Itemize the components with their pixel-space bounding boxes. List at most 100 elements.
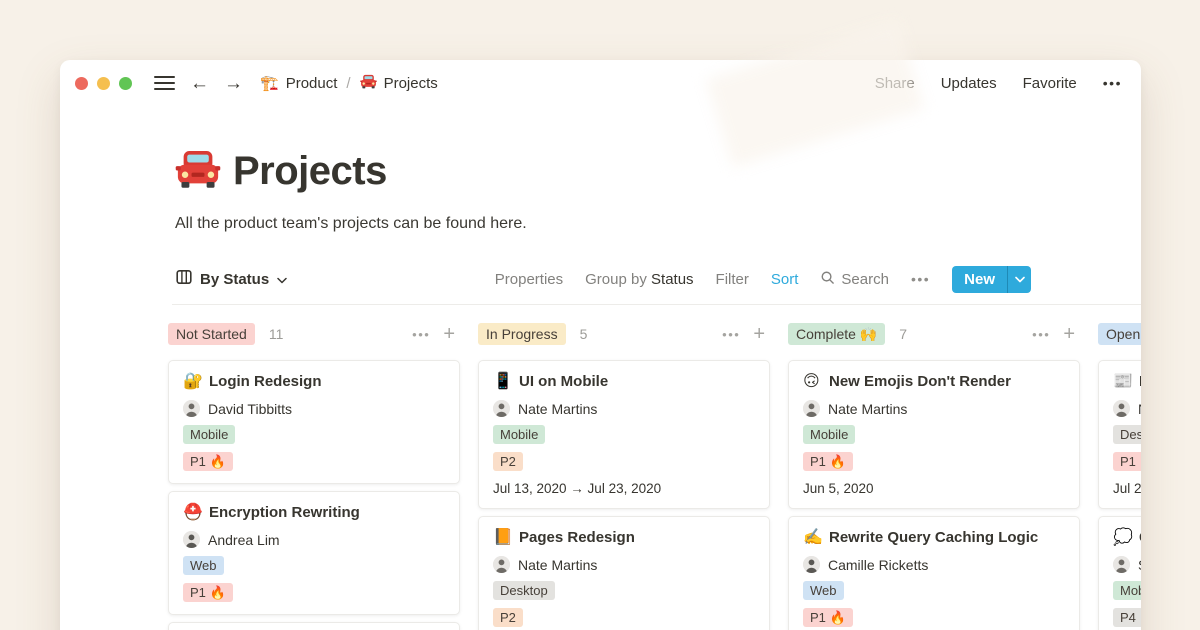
add-card-icon[interactable]: + [443,324,455,344]
column-status-tag: Open [1098,323,1141,345]
kanban-card[interactable]: 🔐 Login Redesign David Tibbitts Mobile P… [168,360,460,484]
breadcrumb-item-product[interactable]: 🏗️ Product [260,75,337,92]
tag: P1 🔥 [803,452,853,471]
card-title: Encryption Rewriting [209,504,360,521]
close-window-button[interactable] [75,77,88,90]
tag: P1 🔥 [183,583,233,602]
new-button[interactable]: New [952,266,1031,293]
page-header: Projects All the product team's projects… [60,106,1141,233]
column-header: Not Started 11 ••• + [168,321,460,347]
kanban-card[interactable]: 📰 P N Des P1 🔥 Jul 2 [1098,360,1141,509]
kanban-card[interactable]: ✍️ Rewrite Query Caching Logic Camille R… [788,516,1080,630]
kanban-card[interactable]: 📱 UI on Mobile Nate Martins Mobile P2 Ju… [478,360,770,509]
favorite-button[interactable]: Favorite [1023,75,1077,92]
avatar [1113,400,1130,417]
kanban-card[interactable]: 🙃 New Emojis Don't Render Nate Martins M… [788,360,1080,509]
zoom-window-button[interactable] [119,77,132,90]
breadcrumb-product-label: Product [286,75,338,92]
assignee-name: Nate Martins [828,401,907,417]
chevron-down-icon [277,271,287,288]
tag: Mobile [493,425,545,444]
tag: Des [1113,425,1141,444]
back-arrow-icon[interactable]: ← [190,74,209,93]
card-assignee: N [1113,400,1141,417]
minimize-window-button[interactable] [97,77,110,90]
view-bar: By Status Properties Group by Status Fil… [60,263,1141,295]
card-date: Jun 5, 2020 [803,481,1065,496]
filter-button[interactable]: Filter [716,271,749,288]
group-by-value: Status [651,271,694,288]
notion-window: ← → 🏗️ Product / Projects Share Updates [60,60,1141,630]
kanban-card[interactable]: ⛑️ Encryption Rewriting Andrea Lim Web P… [168,491,460,615]
properties-button[interactable]: Properties [495,271,563,288]
search-button[interactable]: Search [820,270,889,289]
avatar [493,400,510,417]
writing-hand-icon: ✍️ [803,530,821,546]
tag: Web [803,581,844,600]
window-toolbar: ← → 🏗️ Product / Projects Share Updates [60,60,1141,106]
newspaper-icon: 📰 [1113,374,1131,390]
avatar [183,400,200,417]
card-title: UI on Mobile [519,373,608,390]
tag: P2 [493,452,523,471]
card-title: Pages Redesign [519,529,635,546]
kanban-board: Not Started 11 ••• + 🔐 Login Redesign Da… [60,305,1141,630]
kanban-card[interactable]: 💭 C S Mob P4 [1098,516,1141,630]
tag: P1 🔥 [1113,452,1141,471]
avatar [1113,556,1130,573]
column-header: Open ••• + [1098,321,1141,347]
column-count: 5 [580,326,588,342]
assignee-name: Andrea Lim [208,532,280,548]
assignee-name: Nate Martins [518,557,597,573]
rescue-helmet-icon: ⛑️ [183,505,201,521]
card-title: C [1139,529,1141,546]
kanban-card[interactable] [168,622,460,630]
column-more-icon[interactable]: ••• [722,327,740,342]
search-label: Search [841,271,889,288]
avatar [183,531,200,548]
add-card-icon[interactable]: + [753,324,765,344]
mobile-phone-icon: 📱 [493,374,511,390]
kanban-card[interactable]: 📙 Pages Redesign Nate Martins Desktop P2 [478,516,770,630]
new-dropdown-chevron-icon[interactable] [1007,266,1031,293]
tag: P2 [493,608,523,627]
construction-crane-icon: 🏗️ [260,76,279,91]
card-assignee: S [1113,556,1141,573]
assignee-name: Nate Martins [518,401,597,417]
column-more-icon[interactable]: ••• [412,327,430,342]
updates-button[interactable]: Updates [941,75,997,92]
group-by-label: Group by [585,271,647,288]
tag: P4 [1113,608,1141,627]
search-icon [820,270,835,289]
forward-arrow-icon[interactable]: → [224,74,243,93]
breadcrumb-projects-label: Projects [384,75,438,92]
car-icon [360,73,377,93]
sidebar-menu-icon[interactable] [154,76,175,90]
column-status-tag: Complete 🙌 [788,323,885,345]
view-more-icon[interactable]: ••• [911,271,930,287]
share-button[interactable]: Share [875,75,915,92]
card-assignee: Nate Martins [493,556,755,573]
column-status-tag: Not Started [168,323,255,345]
tag: P1 🔥 [183,452,233,471]
card-assignee: Andrea Lim [183,531,445,548]
board-column-not-started: Not Started 11 ••• + 🔐 Login Redesign Da… [168,321,460,630]
add-card-icon[interactable]: + [1063,324,1075,344]
column-more-icon[interactable]: ••• [1032,327,1050,342]
sort-button[interactable]: Sort [771,271,799,288]
card-date: Jul 2 [1113,481,1141,496]
upside-down-face-icon: 🙃 [803,374,821,390]
tag: Mobile [183,425,235,444]
card-title: New Emojis Don't Render [829,373,1011,390]
more-options-icon[interactable]: ••• [1103,75,1122,91]
column-header: In Progress 5 ••• + [478,321,770,347]
card-title: Login Redesign [209,373,322,390]
column-count: 7 [899,326,907,342]
column-header: Complete 🙌 7 ••• + [788,321,1080,347]
group-by-button[interactable]: Group by Status [585,271,693,288]
toolbar-actions: Share Updates Favorite ••• [875,75,1122,92]
page-title: Projects [233,149,387,194]
breadcrumb-item-projects[interactable]: Projects [360,73,438,93]
view-switcher[interactable]: By Status [176,269,287,289]
board-column-open: Open ••• + 📰 P N Des [1098,321,1141,630]
